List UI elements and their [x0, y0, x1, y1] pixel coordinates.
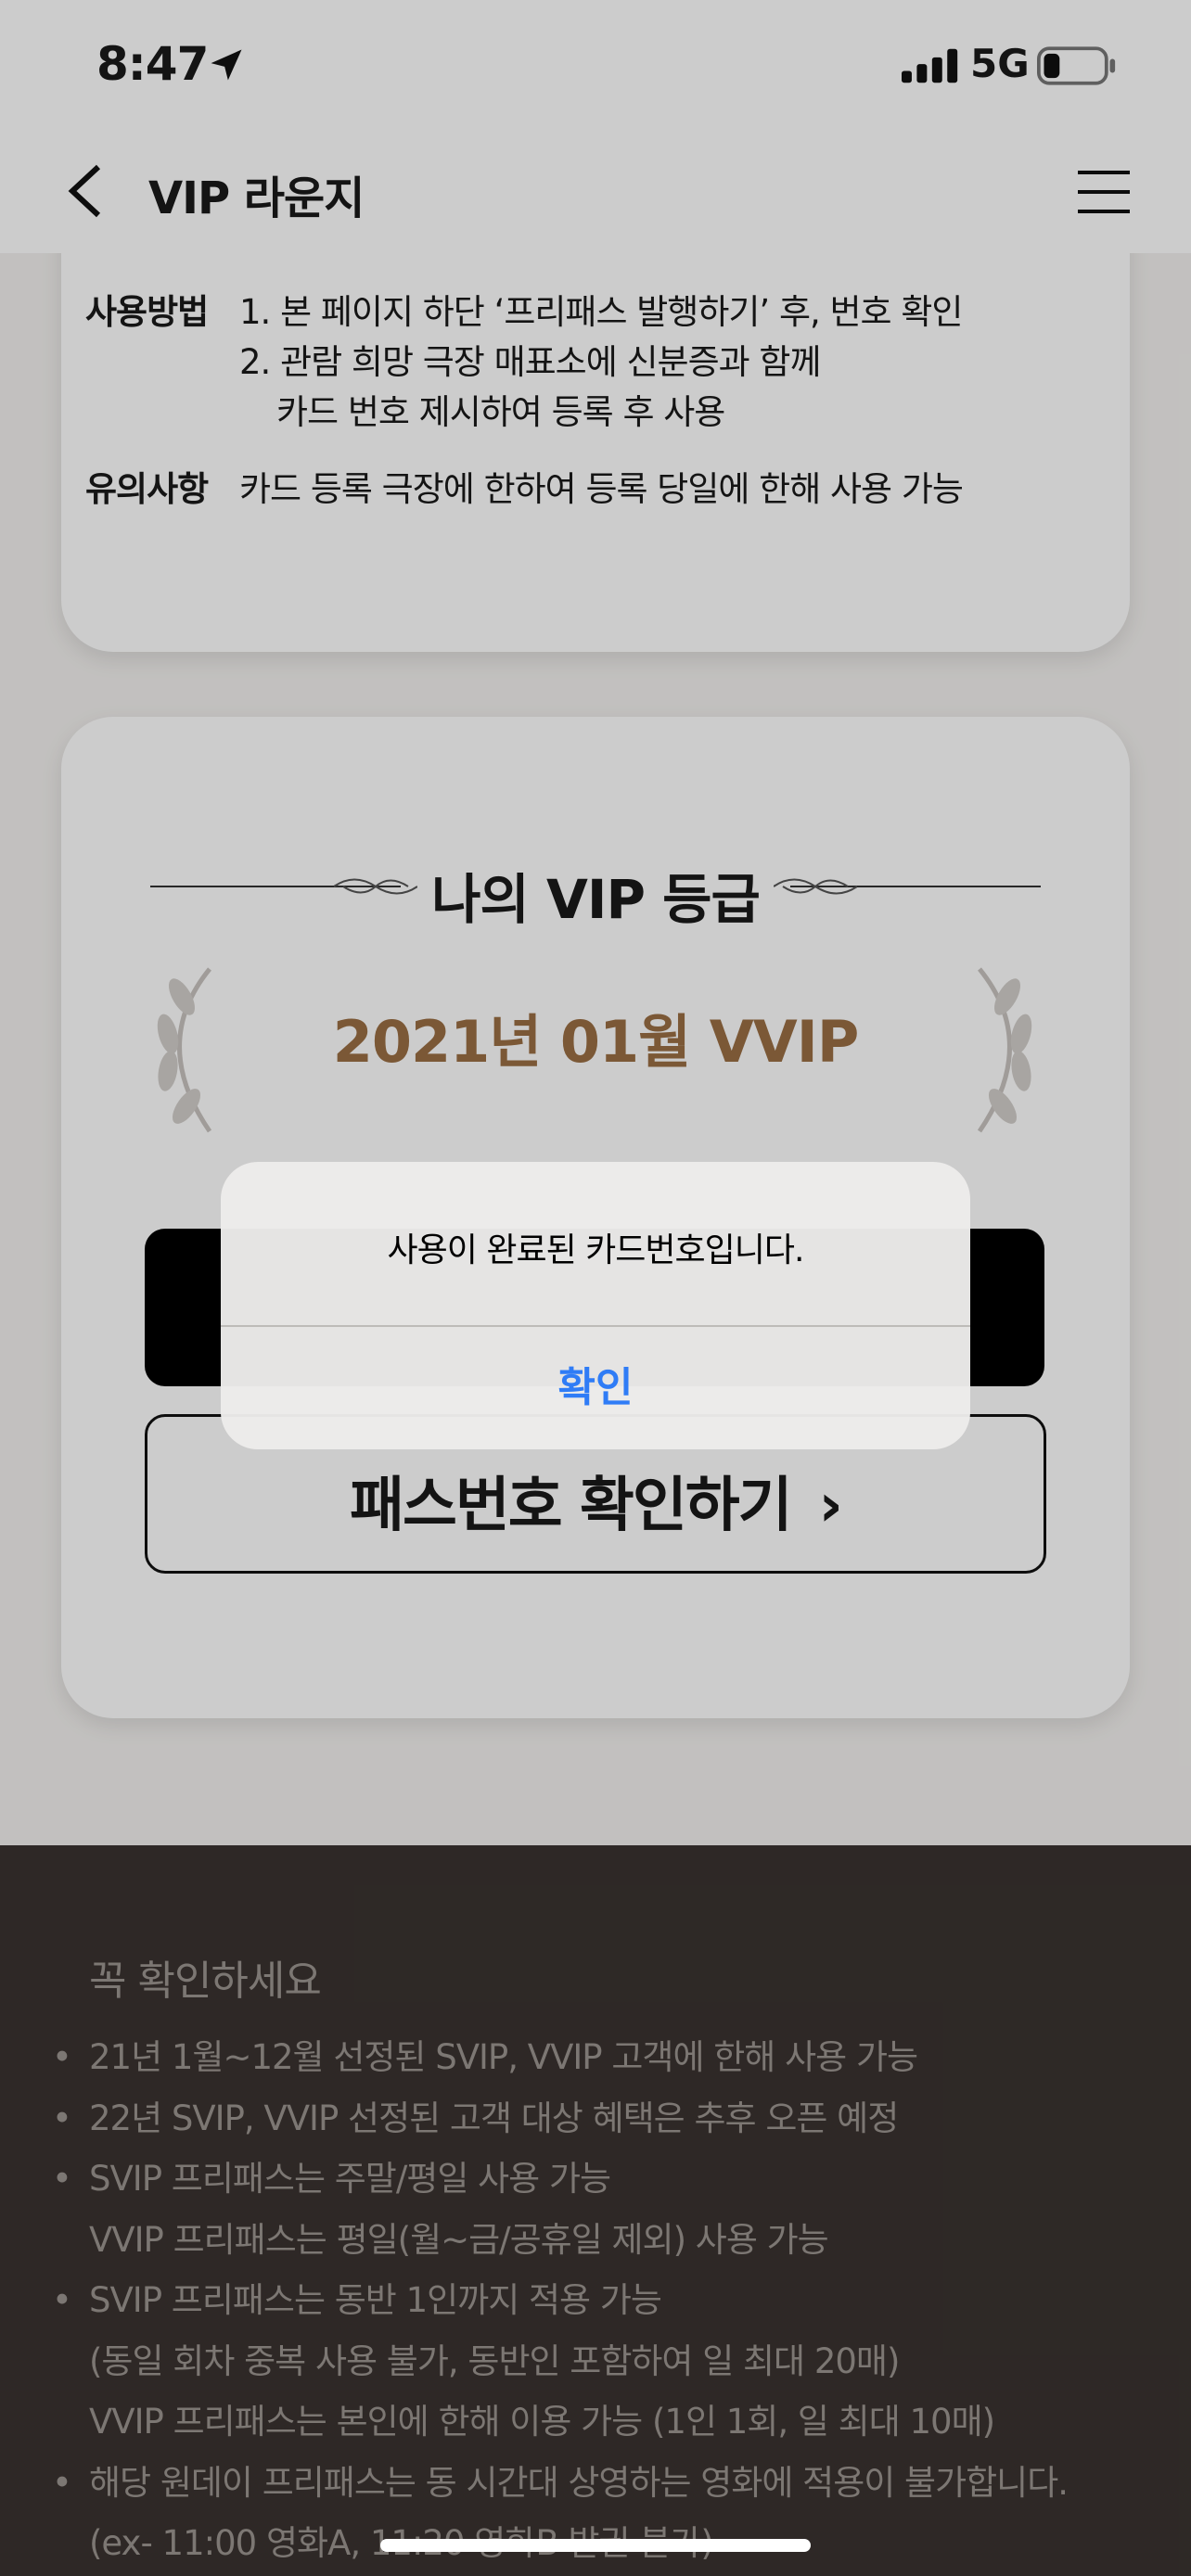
alert-message: 사용이 완료된 카드번호입니다.	[387, 1231, 805, 1269]
alert-confirm-button[interactable]: 확인	[221, 1327, 970, 1449]
home-indicator[interactable]	[380, 2539, 811, 2552]
alert-dialog: 사용이 완료된 카드번호입니다. 확인	[221, 1162, 970, 1449]
